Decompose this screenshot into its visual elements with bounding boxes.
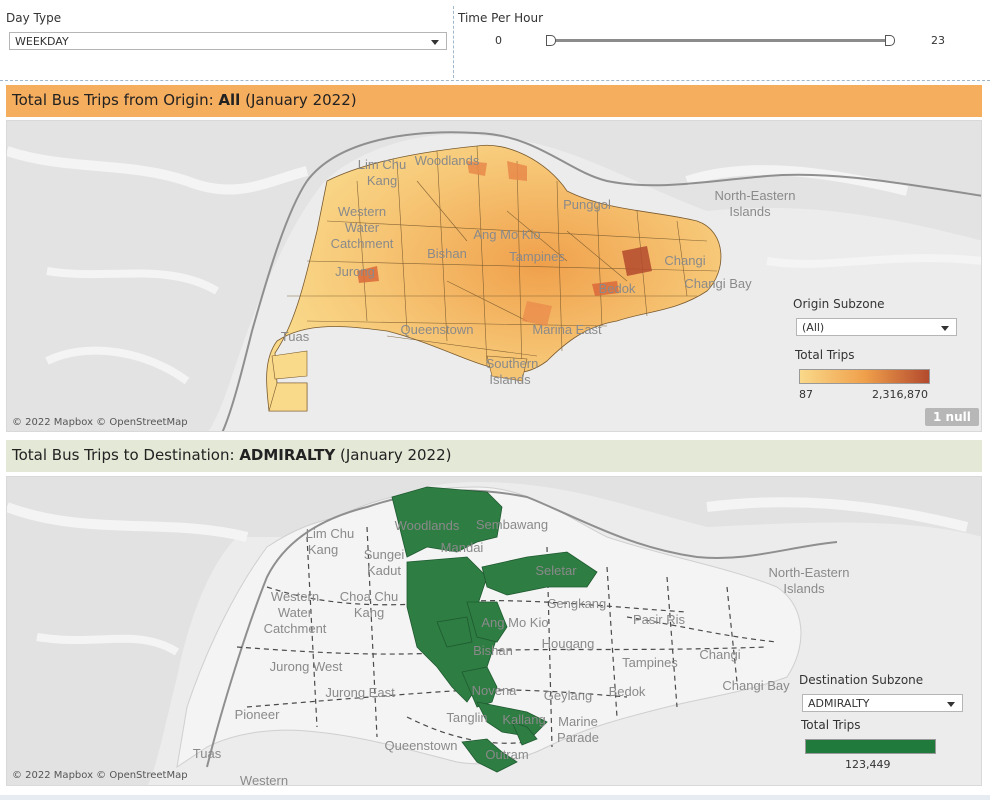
svg-text:Choa Chu: Choa Chu [340, 589, 399, 604]
destination-legend-color-swatch [805, 739, 936, 754]
svg-text:Southern: Southern [486, 356, 539, 371]
svg-text:Kadut: Kadut [367, 563, 401, 578]
svg-text:Woodlands: Woodlands [415, 153, 480, 168]
destination-subzone-label: Destination Subzone [799, 673, 924, 687]
origin-null-badge[interactable]: 1 null [925, 408, 979, 426]
svg-text:Islands: Islands [729, 204, 771, 219]
svg-text:Sungei: Sungei [364, 547, 405, 562]
time-max-value: 23 [931, 34, 945, 47]
svg-text:Bishan: Bishan [427, 246, 467, 261]
chevron-down-icon[interactable] [428, 36, 442, 48]
svg-text:Tampines: Tampines [622, 655, 678, 670]
svg-text:Western: Western [271, 589, 319, 604]
svg-text:Novena: Novena [472, 683, 518, 698]
svg-text:Jurong East: Jurong East [325, 685, 395, 700]
svg-text:Islands: Islands [489, 372, 531, 387]
svg-text:Kallang: Kallang [502, 712, 545, 727]
time-slider-min-handle[interactable] [546, 35, 556, 46]
time-slider-max-handle[interactable] [885, 35, 895, 46]
svg-text:Bishan: Bishan [473, 643, 513, 658]
origin-title-banner: Total Bus Trips from Origin: All (Januar… [6, 85, 982, 117]
svg-text:Water: Water [278, 605, 313, 620]
day-type-select[interactable]: WEEKDAY [9, 32, 447, 50]
svg-text:Changi Bay: Changi Bay [684, 276, 752, 291]
filter-bottom-divider [0, 80, 990, 81]
origin-legend-color-ramp [799, 369, 930, 384]
day-type-value: WEEKDAY [15, 35, 69, 48]
destination-subzone-value: ADMIRALTY [808, 697, 870, 710]
time-slider-track[interactable] [550, 39, 890, 42]
day-type-label: Day Type [6, 11, 62, 25]
svg-text:Jurong: Jurong [335, 264, 375, 279]
origin-subzone-value: (All) [802, 321, 825, 334]
svg-text:Ang Mo Kio: Ang Mo Kio [473, 227, 540, 242]
svg-text:Punggol: Punggol [563, 197, 611, 212]
svg-text:Kang: Kang [308, 542, 338, 557]
origin-legend-max: 2,316,870 [872, 388, 928, 401]
origin-subzone-label: Origin Subzone [793, 297, 885, 311]
destination-title-suffix: (January 2022) [335, 446, 452, 464]
filter-divider [453, 6, 454, 78]
svg-text:Pasir Ris: Pasir Ris [633, 612, 686, 627]
svg-text:Tanglin: Tanglin [446, 710, 487, 725]
svg-text:Parade: Parade [557, 730, 599, 745]
svg-text:Sembawang: Sembawang [476, 517, 548, 532]
svg-text:Bedok: Bedok [599, 281, 636, 296]
svg-text:Woodlands: Woodlands [395, 518, 460, 533]
origin-title-suffix: (January 2022) [240, 91, 357, 109]
svg-text:Western: Western [338, 204, 386, 219]
svg-text:Outram: Outram [485, 747, 528, 762]
svg-text:Tuas: Tuas [281, 329, 310, 344]
destination-title-prefix: Total Bus Trips to Destination: [12, 446, 240, 464]
svg-text:Catchment: Catchment [264, 621, 327, 636]
svg-text:Changi: Changi [699, 647, 740, 662]
svg-text:Tuas: Tuas [193, 746, 222, 761]
svg-text:Changi: Changi [664, 253, 705, 268]
svg-text:North-Eastern: North-Eastern [715, 188, 796, 203]
svg-text:Lim Chu: Lim Chu [306, 526, 354, 541]
origin-legend-min: 87 [799, 388, 813, 401]
svg-text:Marina East: Marina East [532, 322, 602, 337]
destination-legend-title: Total Trips [801, 718, 861, 732]
origin-title-prefix: Total Bus Trips from Origin: [12, 91, 219, 109]
svg-text:Bedok: Bedok [609, 684, 646, 699]
svg-text:Islands: Islands [783, 581, 825, 596]
svg-text:Catchment: Catchment [331, 236, 394, 251]
svg-text:Geylang: Geylang [544, 688, 592, 703]
chevron-down-icon[interactable] [938, 322, 952, 334]
origin-map-canvas: Lim Chu Kang Woodlands Western Water Cat… [7, 121, 981, 431]
svg-text:Mandai: Mandai [441, 540, 484, 555]
svg-text:Kang: Kang [354, 605, 384, 620]
origin-legend-title: Total Trips [795, 348, 855, 362]
svg-text:Marine: Marine [558, 714, 598, 729]
origin-subzone-select[interactable]: (All) [796, 318, 957, 336]
origin-title-bold: All [218, 91, 241, 109]
svg-text:Western: Western [240, 773, 288, 786]
svg-text:Queenstown: Queenstown [385, 738, 458, 753]
svg-text:Tampines: Tampines [509, 249, 565, 264]
svg-text:Hougang: Hougang [542, 636, 595, 651]
origin-map-attribution[interactable]: © 2022 Mapbox © OpenStreetMap [12, 417, 188, 428]
origin-map[interactable]: Lim Chu Kang Woodlands Western Water Cat… [6, 120, 982, 432]
svg-text:North-Eastern: North-Eastern [769, 565, 850, 580]
svg-text:Jurong West: Jurong West [270, 659, 343, 674]
svg-text:Changi Bay: Changi Bay [722, 678, 790, 693]
destination-map-attribution[interactable]: © 2022 Mapbox © OpenStreetMap [12, 770, 188, 781]
svg-text:Pioneer: Pioneer [235, 707, 280, 722]
destination-subzone-select[interactable]: ADMIRALTY [802, 694, 963, 712]
svg-text:Water: Water [345, 220, 380, 235]
svg-text:Queenstown: Queenstown [401, 322, 474, 337]
destination-title-banner: Total Bus Trips to Destination: ADMIRALT… [6, 440, 982, 472]
destination-title-bold: ADMIRALTY [239, 446, 336, 464]
time-min-value: 0 [495, 34, 502, 47]
svg-text:Lim Chu: Lim Chu [358, 157, 406, 172]
time-per-hour-label: Time Per Hour [458, 11, 544, 25]
footer-strip [0, 795, 990, 800]
svg-text:Kang: Kang [367, 173, 397, 188]
svg-text:Sengkang: Sengkang [548, 596, 607, 611]
svg-text:Ang Mo Kio: Ang Mo Kio [481, 615, 548, 630]
destination-legend-value: 123,449 [845, 758, 891, 771]
svg-text:Seletar: Seletar [535, 563, 577, 578]
chevron-down-icon[interactable] [944, 698, 958, 710]
